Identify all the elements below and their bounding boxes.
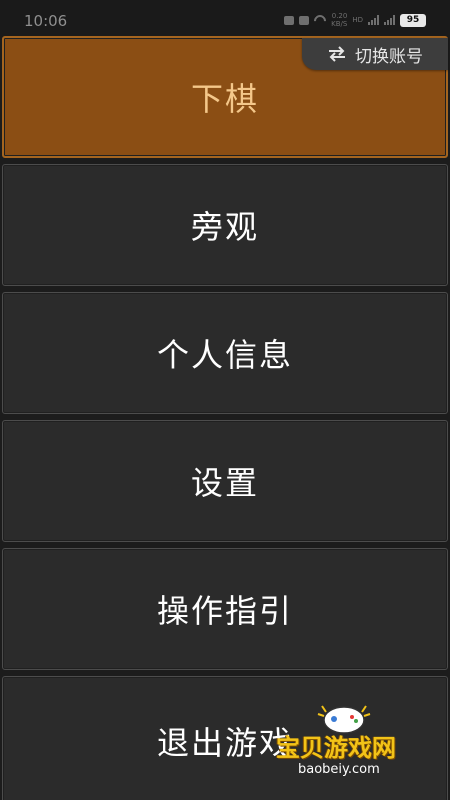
main-menu-screen: 10:06 0.20 KB/S HD 95 下棋 旁观 个人信息 设置 操作指引… (0, 0, 450, 800)
switch-account-label: 切换账号 (355, 46, 423, 67)
watermark-url: baobeiy.com (298, 762, 380, 777)
app-notification-icon (299, 15, 310, 25)
menu-item-label: 个人信息 (156, 336, 293, 374)
status-icons: 0.20 KB/S HD 95 (284, 12, 426, 28)
switch-account-button[interactable]: 切换账号 (302, 38, 448, 70)
network-speed: 0.20 KB/S (331, 12, 347, 28)
menu-item-label: 下棋 (190, 80, 259, 118)
status-time: 10:06 (24, 12, 68, 30)
signal-icon (368, 15, 379, 25)
menu-item-label: 操作指引 (156, 592, 293, 630)
signal-icon-2 (384, 15, 395, 25)
network-speed-value: 0.20 (331, 12, 348, 20)
menu-item-label: 旁观 (190, 208, 259, 246)
menu-item-guide[interactable]: 操作指引 (2, 548, 448, 670)
menu-item-label: 退出游戏 (156, 724, 293, 762)
menu-item-label: 设置 (190, 464, 259, 502)
wifi-icon (314, 15, 326, 25)
swap-arrows-icon (329, 46, 345, 62)
watermark: 宝贝游戏网 baobeiy.com (276, 700, 416, 782)
notification-icon (284, 15, 295, 25)
menu-item-spectate[interactable]: 旁观 (2, 164, 448, 286)
hd-label: HD (352, 16, 363, 24)
watermark-title: 宝贝游戏网 (276, 734, 396, 762)
menu-item-settings[interactable]: 设置 (2, 420, 448, 542)
menu-item-profile[interactable]: 个人信息 (2, 292, 448, 414)
network-speed-unit: KB/S (331, 20, 348, 28)
status-bar: 10:06 0.20 KB/S HD 95 (0, 0, 450, 40)
battery-indicator: 95 (400, 13, 426, 27)
